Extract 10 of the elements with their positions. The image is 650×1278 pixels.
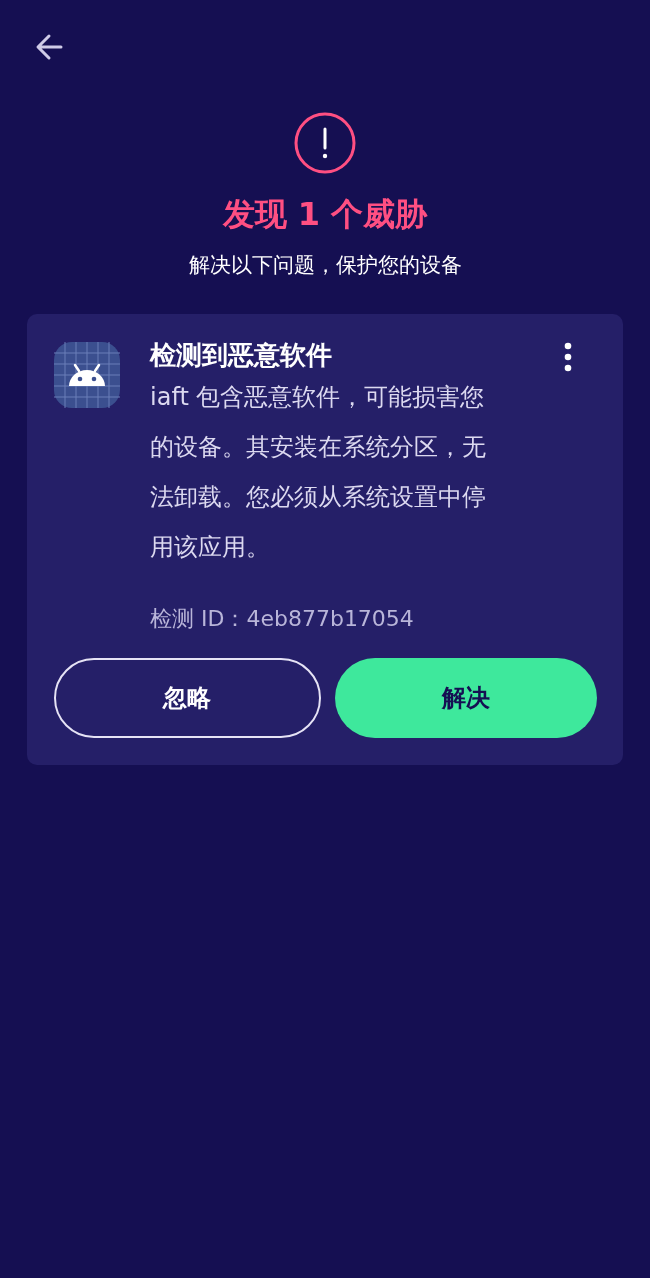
more-options-icon[interactable]	[563, 342, 573, 372]
threat-description: iaft 包含恶意软件，可能损害您的设备。其安装在系统分区，无法卸载。您必须从系统设置中停用该应用。	[150, 382, 487, 563]
card-title: 检测到恶意软件	[150, 339, 333, 372]
android-app-icon	[54, 342, 120, 408]
threat-count-title: 发现 1 个威胁	[221, 194, 429, 235]
detection-id: 检测 ID：4eb877b17054	[150, 605, 415, 633]
ignore-button[interactable]: 忽略	[54, 658, 321, 738]
warning-icon	[294, 112, 356, 174]
subtitle: 解决以下问题，保护您的设备	[187, 252, 463, 279]
resolve-button[interactable]: 解决	[334, 658, 597, 738]
